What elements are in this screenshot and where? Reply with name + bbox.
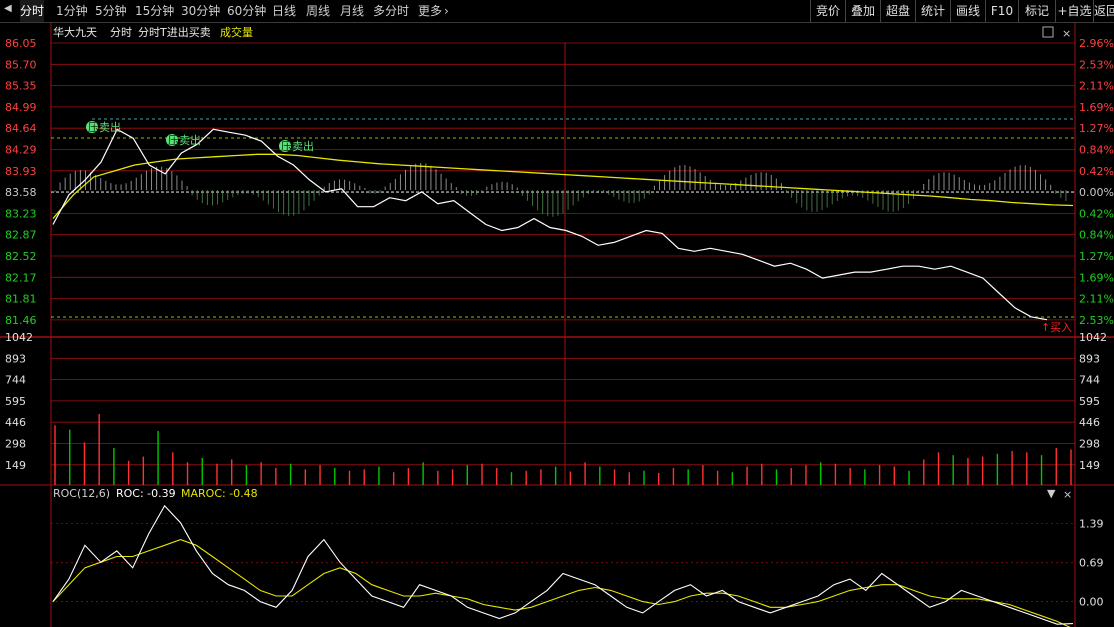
price-tick-label: 84.64 [5, 122, 37, 135]
price-tick-label: 85.70 [5, 58, 37, 71]
volume-tick-label: 446 [5, 416, 26, 429]
mode-label: 分时 [110, 26, 132, 39]
volume-tick-label: 149 [5, 459, 26, 472]
percent-tick-label: 1.27% [1079, 122, 1114, 135]
percent-tick-label: 2.11% [1079, 80, 1114, 93]
tab-5min[interactable]: 5分钟 [95, 0, 127, 22]
maroc-line [52, 539, 1071, 627]
period-toolbar: ◀ 分时 1分钟 5分钟 15分钟 30分钟 60分钟 日线 周线 月线 多分时… [0, 0, 1114, 23]
tab-monthly[interactable]: 月线 [340, 0, 364, 22]
percent-tick-label: 1.27% [1079, 250, 1114, 263]
close-icon[interactable]: × [1062, 27, 1071, 40]
roc-tick-label: 0.69 [1079, 557, 1104, 570]
price-tick-label: 81.46 [5, 314, 37, 327]
price-tick-label: 83.58 [5, 186, 37, 199]
price-tick-label: 84.29 [5, 144, 37, 157]
percent-tick-label: 0.42% [1079, 165, 1114, 178]
chart-area[interactable]: 86.05 2.96% 85.70 2.53% 85.35 2.11% 84.99 1.69%… [0, 23, 1114, 627]
percent-tick-label: 0.00% [1079, 186, 1114, 199]
volume-tick-label: 744 [5, 374, 26, 387]
percent-tick-label: 2.11% [1079, 293, 1114, 306]
percent-tick-label: 2.96% [1079, 37, 1114, 50]
add-favorite-button[interactable]: +自选 [1055, 0, 1093, 22]
roc-tick-label: 1.39 [1079, 517, 1104, 530]
svg-text:卖出: 卖出 [179, 133, 201, 147]
svg-text:压: 压 [281, 140, 292, 153]
price-tick-label: 84.99 [5, 101, 37, 114]
tab-weekly[interactable]: 周线 [306, 0, 330, 22]
signal-sell-2: 压 卖出 [166, 133, 201, 147]
volume-tick-label: 298 [5, 438, 26, 451]
svg-text:压: 压 [88, 121, 99, 134]
signal-sell-3: 压 卖出 [279, 139, 314, 153]
tab-multi-intraday[interactable]: 多分时 [373, 0, 409, 22]
chevron-right-icon[interactable]: › [444, 0, 449, 22]
roc-tick-label: 0.00 [1079, 596, 1104, 609]
price-tick-label: 83.93 [5, 165, 37, 178]
triangle-left-icon[interactable]: ◀ [4, 3, 12, 14]
collapse-icon[interactable] [1042, 26, 1054, 38]
volume-tick-label: 744 [1079, 374, 1100, 387]
percent-tick-label: 1.69% [1079, 101, 1114, 114]
super-board-button[interactable]: 超盘 [880, 0, 915, 22]
volume-tick-label: 1042 [1079, 331, 1107, 344]
percent-tick-label: 0.84% [1079, 144, 1114, 157]
auction-button[interactable]: 竞价 [810, 0, 845, 22]
overlay-button[interactable]: 叠加 [845, 0, 880, 22]
stock-name: 华大九天 [53, 25, 97, 39]
tab-15min[interactable]: 15分钟 [135, 0, 174, 22]
signal-sell-1: 压 卖出 [86, 120, 121, 134]
tab-60min[interactable]: 60分钟 [227, 0, 266, 22]
tab-1min[interactable]: 1分钟 [56, 0, 88, 22]
price-tick-label: 82.87 [5, 229, 37, 242]
tab-intraday[interactable]: 分时 [20, 0, 45, 22]
strategy-label: 分时T进出买卖 [138, 25, 211, 39]
tab-daily[interactable]: 日线 [272, 0, 296, 22]
percent-tick-label: 0.42% [1079, 207, 1114, 220]
volume-tick-label: 298 [1079, 438, 1100, 451]
price-tick-label: 83.23 [5, 207, 37, 220]
svg-text:卖出: 卖出 [292, 139, 314, 153]
volume-tick-label: 149 [1079, 459, 1100, 472]
statistics-button[interactable]: 统计 [915, 0, 950, 22]
svg-text:压: 压 [168, 134, 179, 147]
price-tick-label: 82.17 [5, 271, 37, 284]
dropdown-icon[interactable]: ▼ [1047, 487, 1056, 500]
roc-title: ROC(12,6) [53, 487, 110, 500]
svg-text:买入: 买入 [1050, 321, 1072, 334]
volume-tick-label: 1042 [5, 331, 33, 344]
volume-tick-label: 446 [1079, 416, 1100, 429]
volume-tick-label: 893 [5, 352, 26, 365]
price-tick-label: 82.52 [5, 250, 37, 263]
percent-tick-label: 2.53% [1079, 58, 1114, 71]
volume-tick-label: 595 [1079, 395, 1100, 408]
f10-button[interactable]: F10 [985, 0, 1018, 22]
close-icon[interactable]: × [1063, 488, 1072, 501]
maroc-value: MAROC: -0.48 [181, 487, 258, 500]
percent-tick-label: 0.84% [1079, 229, 1114, 242]
volume-tick-label: 595 [5, 395, 26, 408]
tab-more[interactable]: 更多 [418, 0, 442, 22]
volume-tick-label: 893 [1079, 352, 1100, 365]
roc-value: ROC: -0.39 [116, 487, 176, 500]
percent-tick-label: 2.53% [1079, 314, 1114, 327]
signal-buy-1: ↑ 买入 [1041, 321, 1072, 334]
svg-text:卖出: 卖出 [99, 120, 121, 134]
tab-30min[interactable]: 30分钟 [181, 0, 220, 22]
price-tick-label: 81.81 [5, 293, 37, 306]
svg-text:↑: ↑ [1041, 321, 1050, 334]
percent-tick-label: 1.69% [1079, 271, 1114, 284]
mark-button[interactable]: 标记 [1018, 0, 1055, 22]
draw-line-button[interactable]: 画线 [950, 0, 985, 22]
back-button[interactable]: 返回 [1093, 0, 1114, 22]
price-tick-label: 86.05 [5, 37, 37, 50]
volume-indicator-label: 成交量 [220, 25, 253, 39]
price-tick-label: 85.35 [5, 80, 37, 93]
